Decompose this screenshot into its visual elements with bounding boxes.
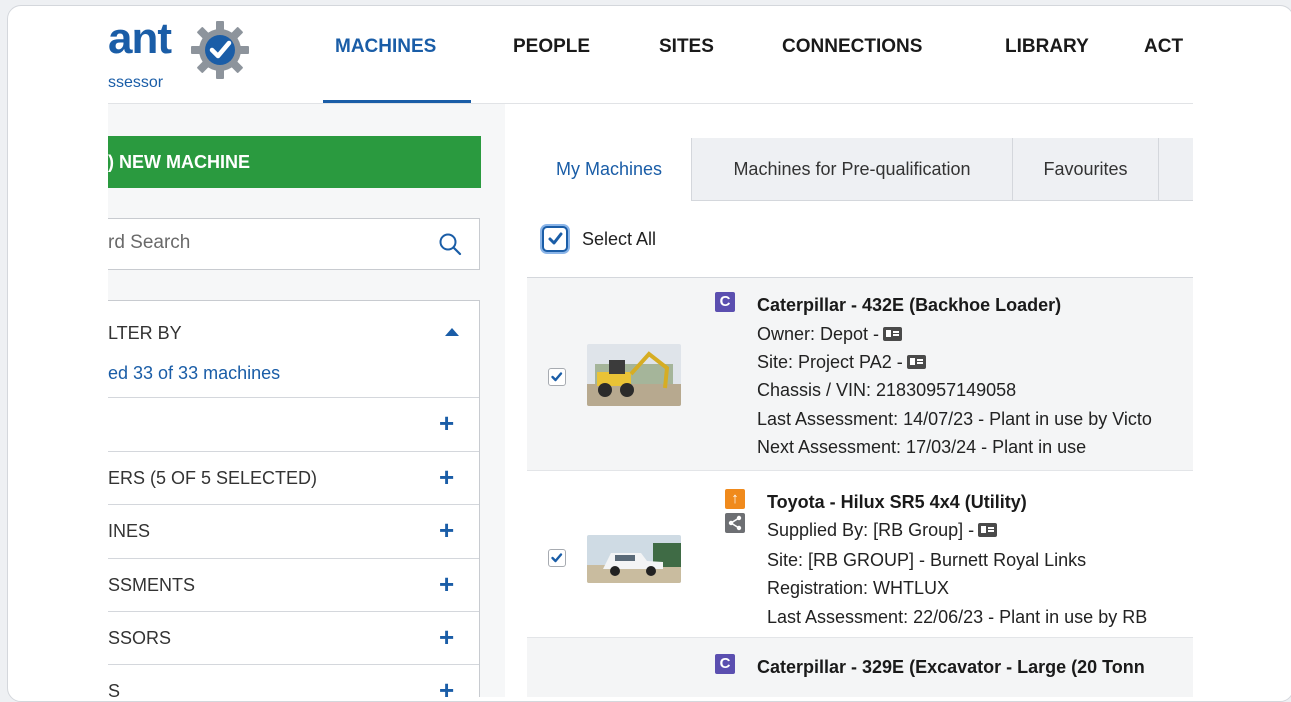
expand-plus-icon[interactable]: + (439, 622, 454, 652)
contact-card-icon[interactable] (883, 327, 903, 341)
machine-detail: Chassis / VIN: 21830957149058 (757, 380, 1017, 400)
machine-detail: Site: [RB GROUP] - Burnett Royal Links (767, 550, 1087, 570)
plant-assessor-logo[interactable]: ant ssessor (108, 14, 268, 94)
tab-my-machines[interactable]: My Machines (527, 138, 692, 201)
add-new-machine-button[interactable]: ) NEW MACHINE (108, 136, 481, 188)
check-icon (551, 553, 563, 563)
filter-section-label: INES (108, 521, 151, 541)
machine-title[interactable]: Caterpillar - 329E (Excavator - Large (2… (757, 657, 1145, 678)
nav-activity[interactable]: ACT (1144, 36, 1183, 58)
filter-section-label: SSMENTS (108, 575, 196, 595)
machine-row[interactable]: C Caterpillar - 432E (Backhoe Loader) Ow… (527, 278, 1193, 471)
machine-detail: Supplied By: [RB Group] - (767, 520, 998, 541)
machine-detail: Registration: WHTLUX (767, 578, 950, 598)
machine-thumbnail[interactable] (587, 535, 681, 583)
nav-active-indicator (323, 100, 471, 103)
nav-people[interactable]: PEOPLE (513, 36, 590, 58)
search-icon[interactable] (438, 232, 462, 256)
expand-plus-icon[interactable]: + (439, 462, 454, 492)
logo-text: ant (108, 14, 172, 63)
filter-title: LTER BY (108, 323, 182, 343)
expand-plus-icon[interactable]: + (439, 569, 454, 599)
share-glyph-icon (728, 515, 742, 531)
select-all-bar: Select All (527, 201, 1193, 278)
filter-section[interactable]: INES + (108, 504, 479, 558)
filter-section-label: SSORS (108, 628, 172, 648)
search-input[interactable] (108, 219, 408, 267)
category-c-badge: C (715, 654, 735, 674)
filter-section-label: ERS (5 OF 5 SELECTED) (108, 468, 318, 488)
nav-machines[interactable]: MACHINES (335, 36, 436, 58)
check-icon (551, 372, 563, 382)
nav-sites[interactable]: SITES (659, 36, 714, 58)
machine-detail: Owner: Depot - (757, 324, 903, 345)
contact-card-icon[interactable] (906, 355, 926, 369)
top-header: ant ssessor MACHINES PEOPLE SITES CONNEC… (108, 6, 1193, 104)
filter-section[interactable]: S + (108, 664, 479, 697)
machine-detail: Next Assessment: 17/03/24 - Plant in use (757, 437, 1087, 457)
gear-check-icon (191, 21, 249, 79)
filter-section[interactable]: + (108, 397, 479, 451)
logo-subtext: ssessor (108, 74, 164, 91)
machine-tabs: My Machines Machines for Pre-qualificati… (527, 138, 1193, 201)
machine-row[interactable]: C Caterpillar - 329E (Excavator - Large … (527, 638, 1193, 697)
tab-favourites[interactable]: Favourites (1013, 138, 1159, 200)
tab-pre-qualification[interactable]: Machines for Pre-qualification (692, 138, 1013, 200)
utility-vehicle-image (587, 535, 681, 583)
expand-plus-icon[interactable]: + (439, 675, 454, 697)
check-icon (548, 232, 563, 245)
row-checkbox[interactable] (548, 368, 566, 386)
select-all-checkbox[interactable] (542, 226, 568, 252)
machine-detail: Last Assessment: 14/07/23 - Plant in use… (757, 409, 1152, 429)
app-window: ant ssessor MACHINES PEOPLE SITES CONNEC… (7, 5, 1291, 702)
filter-section[interactable]: SSORS + (108, 611, 479, 665)
expand-plus-icon[interactable]: + (439, 408, 454, 438)
category-c-badge: C (715, 292, 735, 312)
filter-section[interactable]: ERS (5 OF 5 SELECTED) + (108, 451, 479, 505)
machine-detail: Site: Project PA2 - (757, 352, 926, 373)
share-icon (725, 513, 745, 533)
filter-section[interactable]: SSMENTS + (108, 558, 479, 612)
filter-count-link[interactable]: ed 33 of 33 machines (108, 363, 280, 384)
machine-title[interactable]: Caterpillar - 432E (Backhoe Loader) (757, 295, 1061, 316)
filter-panel: LTER BY ed 33 of 33 machines + ERS (5 OF… (108, 300, 480, 697)
nav-connections[interactable]: CONNECTIONS (782, 36, 922, 58)
machine-row[interactable]: ↑ Toyota - Hilux SR5 4x4 (Utility) Suppl… (527, 471, 1193, 638)
machine-thumbnail[interactable] (587, 344, 681, 406)
supplied-arrow-badge: ↑ (725, 489, 745, 509)
row-checkbox[interactable] (548, 549, 566, 567)
filter-section-label: S (108, 681, 121, 697)
app-viewport: ant ssessor MACHINES PEOPLE SITES CONNEC… (108, 6, 1193, 697)
nav-library[interactable]: LIBRARY (1005, 36, 1089, 58)
machine-detail: Last Assessment: 22/06/23 - Plant in use… (767, 607, 1148, 627)
contact-card-icon[interactable] (978, 523, 998, 537)
expand-plus-icon[interactable]: + (439, 515, 454, 545)
collapse-caret-icon[interactable] (445, 328, 459, 336)
select-all-label[interactable]: Select All (582, 229, 656, 250)
backhoe-loader-image (587, 344, 681, 406)
keyword-search (108, 218, 480, 270)
machine-title[interactable]: Toyota - Hilux SR5 4x4 (Utility) (767, 492, 1027, 513)
